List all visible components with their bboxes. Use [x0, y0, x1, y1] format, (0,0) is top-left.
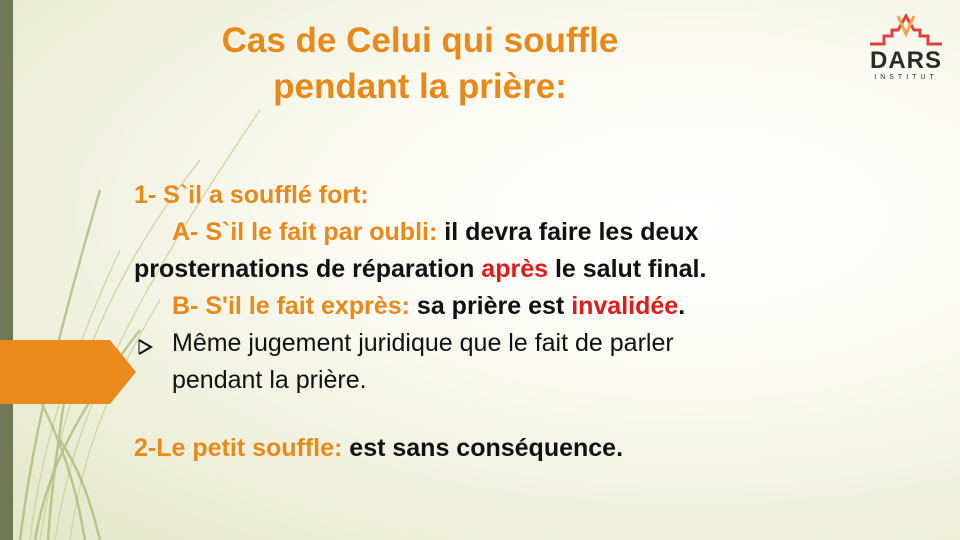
bullet-line-1: Même jugement juridique que le fait de p…	[172, 329, 674, 357]
point-a-text-2: prosternations de réparation	[134, 255, 482, 283]
point-b-text: sa prière est	[409, 292, 572, 320]
title-line-2: pendant la prière:	[273, 67, 567, 106]
point-2-label: 2-Le petit souffle:	[134, 434, 343, 462]
point-1-heading: 1- S`il a soufflé fort:	[134, 181, 369, 209]
point-a-line: A- S`il le fait par oubli: il devra fair…	[172, 217, 699, 247]
slide-title: Cas de Celui qui souffle pendant la priè…	[150, 18, 690, 110]
point-b-end: .	[678, 292, 686, 320]
point-b-label: B- S'il le fait exprès:	[172, 292, 410, 320]
title-line-1: Cas de Celui qui souffle	[221, 21, 619, 60]
point-a-line-2: prosternations de réparation après le sa…	[134, 254, 706, 284]
orange-arrow-shape	[0, 340, 136, 404]
dars-logo-icon	[870, 12, 942, 46]
point-b-line: B- S'il le fait exprès: sa prière est in…	[172, 291, 685, 321]
point-a-label: A- S`il le fait par oubli:	[172, 218, 438, 246]
logo-name: DARS	[869, 47, 942, 74]
point-a-text: il devra faire les deux	[437, 218, 699, 246]
dars-logo: DARS INSTITUT	[868, 12, 944, 92]
point-a-highlight: après	[481, 255, 549, 283]
slide: Cas de Celui qui souffle pendant la priè…	[0, 0, 960, 540]
arrowhead-bullet-icon	[138, 339, 153, 355]
point-2-text: est sans conséquence.	[342, 434, 624, 462]
point-a-text-3: le salut final.	[548, 255, 707, 283]
point-2-line: 2-Le petit souffle: est sans conséquence…	[134, 433, 623, 463]
bullet-line-2: pendant la prière.	[172, 366, 367, 394]
point-b-highlight: invalidée	[571, 292, 679, 320]
logo-subtitle: INSTITUT	[874, 74, 938, 81]
